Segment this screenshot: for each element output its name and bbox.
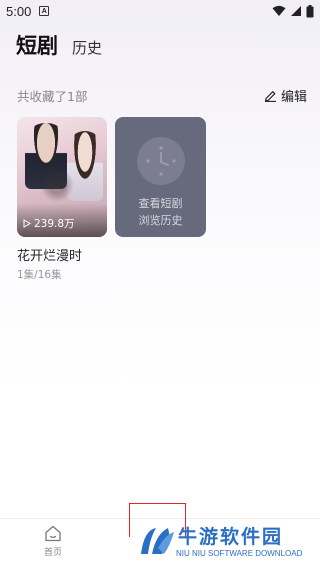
collection-header: 共收藏了1部 编辑 [17, 86, 307, 105]
home-icon [45, 525, 61, 542]
edit-label: 编辑 [280, 89, 307, 105]
history-line-2: 浏览历史 [138, 214, 183, 227]
battery-icon [306, 4, 314, 17]
view-count: 239.8万 [23, 216, 75, 231]
collection-count: 共收藏了1部 [17, 88, 88, 104]
edit-button[interactable]: 编辑 [264, 86, 307, 105]
nav-home-label: 首页 [43, 548, 62, 558]
status-bar: 5:00 A [0, 0, 320, 22]
status-icons [272, 4, 314, 18]
watermark: 牛游软件园 NIU NIU SOFTWARE DOWNLOAD [138, 522, 310, 564]
history-line-1: 查看短剧 [138, 197, 183, 210]
watermark-subtitle: NIU NIU SOFTWARE DOWNLOAD [176, 549, 303, 558]
status-time: 5:00 [6, 3, 32, 19]
tab-short-drama[interactable]: 短剧 [16, 30, 58, 60]
history-card-text: 查看短剧 浏览历史 [139, 195, 183, 229]
drama-episodes: 1集/16集 [17, 269, 62, 281]
view-count-value: 239.8万 [34, 218, 75, 230]
notification-icon: A [39, 6, 50, 16]
clock-icon [136, 137, 185, 185]
history-card[interactable]: 查看短剧 浏览历史 [115, 117, 206, 237]
tab-history[interactable]: 历史 [72, 37, 102, 58]
play-icon [23, 219, 31, 228]
watermark-title: 牛游软件园 [178, 526, 284, 548]
drama-poster[interactable]: 239.8万 [17, 117, 107, 237]
drama-card[interactable]: 239.8万 花开烂漫时 1集/16集 [17, 117, 107, 282]
poster-calligraphy [37, 165, 77, 205]
wifi-icon [272, 5, 286, 16]
pencil-icon [264, 90, 276, 102]
nav-home[interactable]: 首页 [38, 525, 68, 558]
watermark-logo-icon [141, 528, 174, 554]
header-tabs: 短剧 历史 [16, 30, 102, 60]
signal-icon [291, 6, 301, 16]
drama-title[interactable]: 花开烂漫时 [17, 245, 107, 264]
